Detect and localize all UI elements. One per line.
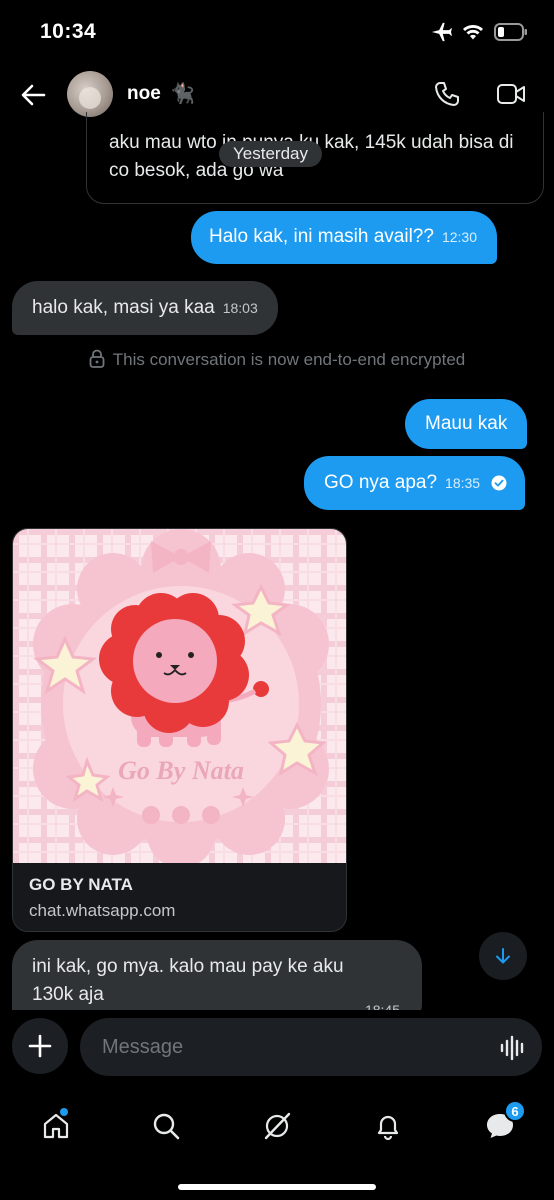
nav-grok[interactable] bbox=[257, 1106, 297, 1146]
messages-badge: 6 bbox=[504, 1100, 526, 1122]
plus-icon bbox=[28, 1034, 52, 1058]
message-text-line2: 130k aja bbox=[32, 984, 104, 1005]
airplane-icon bbox=[431, 22, 452, 42]
status-time: 10:34 bbox=[40, 20, 97, 43]
grok-icon bbox=[264, 1112, 291, 1140]
message-text: Halo kak, ini masih avail?? bbox=[209, 226, 434, 247]
nav-notifications[interactable] bbox=[368, 1106, 408, 1146]
scroll-to-bottom-button[interactable] bbox=[479, 932, 527, 980]
outgoing-message[interactable]: Mauu kak bbox=[405, 399, 528, 449]
link-preview-card[interactable]: Go By Nata GO BY NATA chat.whatsapp.com bbox=[12, 528, 347, 932]
link-preview-image: Go By Nata bbox=[13, 529, 346, 863]
video-call-icon[interactable] bbox=[496, 82, 526, 106]
search-icon bbox=[153, 1113, 180, 1140]
message-composer bbox=[0, 1010, 554, 1090]
back-arrow-icon[interactable] bbox=[18, 80, 48, 110]
message-time: 18:03 bbox=[222, 300, 258, 316]
home-icon bbox=[43, 1113, 69, 1139]
bottom-navigation: 6 bbox=[0, 1090, 554, 1200]
message-text: GO nya apa? bbox=[324, 472, 438, 493]
incoming-message[interactable]: halo kak, masi ya kaa 18:03 bbox=[12, 281, 278, 335]
status-bar: 10:34 bbox=[0, 0, 554, 64]
message-list[interactable]: aku mau wto in punya ku kak, 145k udah b… bbox=[0, 112, 554, 1010]
lock-icon bbox=[89, 349, 105, 368]
message-text-line1: ini kak, go mya. kalo mau pay ke aku bbox=[32, 956, 344, 977]
encryption-notice-text: This conversation is now end-to-end encr… bbox=[112, 350, 466, 369]
add-attachment-button[interactable] bbox=[12, 1018, 68, 1074]
message-input[interactable] bbox=[80, 1018, 542, 1076]
card-image-text: Go By Nata bbox=[118, 756, 244, 785]
voice-message-icon[interactable] bbox=[499, 1035, 527, 1061]
battery-icon bbox=[494, 23, 527, 41]
nav-home[interactable] bbox=[36, 1106, 76, 1146]
message-time: 12:30 bbox=[441, 229, 477, 245]
date-separator: Yesterday bbox=[219, 141, 322, 167]
message-text: halo kak, masi ya kaa bbox=[32, 297, 215, 318]
contact-name[interactable]: noe bbox=[127, 83, 161, 105]
phone-icon[interactable] bbox=[433, 80, 461, 108]
encryption-notice: This conversation is now end-to-end encr… bbox=[0, 349, 554, 370]
wifi-icon bbox=[463, 25, 483, 40]
contact-name-emoji: 🐈‍⬛ bbox=[170, 83, 195, 105]
outgoing-message[interactable]: GO nya apa? 18:35 bbox=[304, 456, 526, 510]
message-time: 18:35 bbox=[445, 475, 481, 491]
arrow-down-icon bbox=[496, 948, 510, 964]
status-icons bbox=[430, 22, 528, 42]
read-check-icon bbox=[491, 475, 507, 491]
link-title: GO BY NATA bbox=[29, 875, 133, 894]
outgoing-message[interactable]: Halo kak, ini masih avail?? 12:30 bbox=[191, 211, 497, 264]
message-text: Mauu kak bbox=[425, 413, 508, 434]
home-notification-dot bbox=[60, 1108, 68, 1116]
notifications-icon bbox=[377, 1115, 399, 1141]
nav-messages[interactable]: 6 bbox=[480, 1100, 526, 1146]
link-url: chat.whatsapp.com bbox=[29, 901, 176, 920]
home-indicator bbox=[178, 1184, 376, 1190]
message-time: 18:45 bbox=[364, 1002, 400, 1010]
incoming-message[interactable]: ini kak, go mya. kalo mau pay ke aku 130… bbox=[12, 940, 422, 1010]
avatar[interactable] bbox=[67, 71, 113, 117]
nav-search[interactable] bbox=[146, 1106, 186, 1146]
